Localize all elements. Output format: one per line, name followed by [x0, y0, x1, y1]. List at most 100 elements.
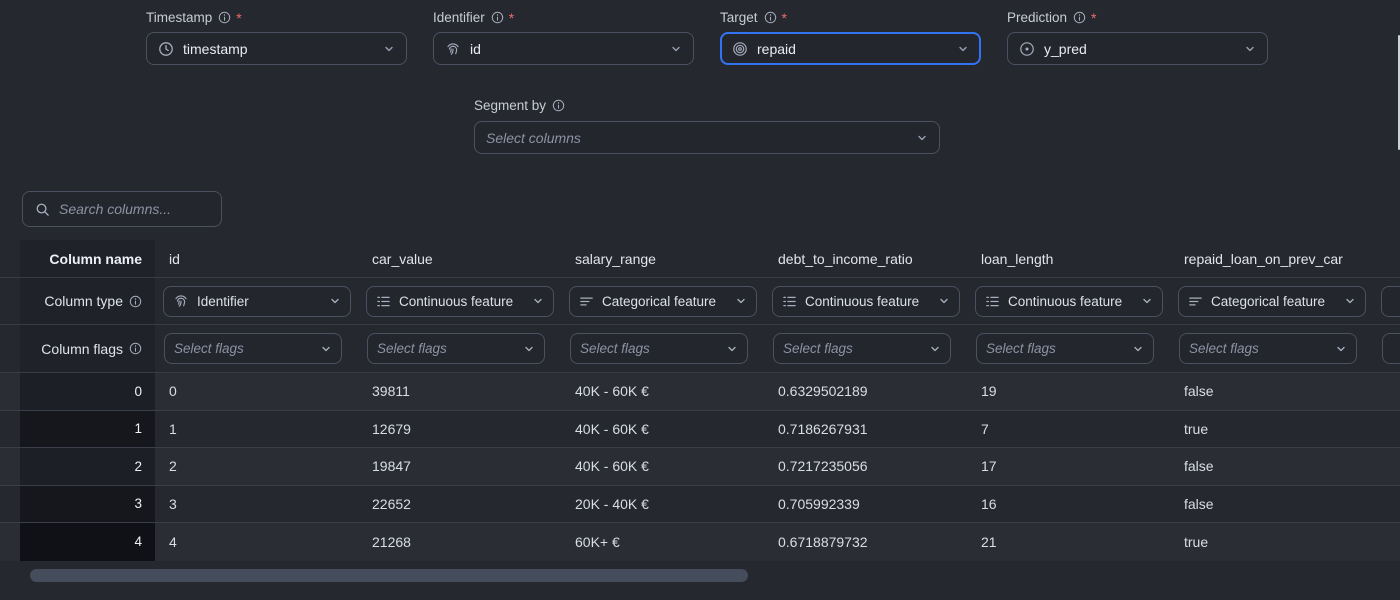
- identifier-label-text: Identifier: [433, 10, 485, 25]
- chevron-down-icon: [957, 43, 969, 55]
- column-flags-placeholder: Select flags: [580, 341, 718, 356]
- cell-salary_range: 40K - 60K €: [561, 458, 764, 474]
- identifier-select-value: id: [470, 41, 661, 57]
- columns-table: Column name idcar_valuesalary_rangedebt_…: [0, 240, 1400, 561]
- chevron-down-icon: [1132, 343, 1144, 355]
- column-header-car_value: car_value: [358, 251, 561, 267]
- column-type-select-loan_length[interactable]: Continuous feature: [975, 286, 1163, 317]
- prediction-select[interactable]: y_pred: [1007, 32, 1268, 65]
- chevron-down-icon: [383, 43, 395, 55]
- cell-car_value: 39811: [358, 383, 561, 399]
- target-icon: [732, 41, 748, 57]
- column-type-cell: Identifier: [155, 286, 358, 317]
- target-select[interactable]: repaid: [720, 32, 981, 65]
- column-flags-placeholder: Select flags: [174, 341, 312, 356]
- cell-id: 4: [155, 534, 358, 550]
- column-mapping-form: Timestamp*timestampIdentifier*idTarget*r…: [146, 10, 1268, 65]
- column-name-row-header: Column name: [20, 240, 155, 277]
- category-lines-icon: [1188, 294, 1203, 309]
- column-type-cell: Categorical feature: [1170, 286, 1373, 317]
- required-asterisk: *: [1091, 13, 1096, 23]
- timestamp-label-text: Timestamp: [146, 10, 212, 25]
- row-index: 0: [20, 373, 155, 410]
- required-asterisk: *: [509, 13, 514, 23]
- column-flags-placeholder: Select flags: [1189, 341, 1327, 356]
- column-type-select-salary_range[interactable]: Categorical feature: [569, 286, 757, 317]
- column-type-value: Continuous feature: [1008, 294, 1133, 309]
- cell-repaid_loan_on_prev_car: false: [1170, 496, 1373, 512]
- cell-loan_length: 16: [967, 496, 1170, 512]
- row-index: 1: [20, 411, 155, 448]
- chevron-down-icon: [1335, 343, 1347, 355]
- cell-car_value: 19847: [358, 458, 561, 474]
- prediction-field: Prediction* y_pred: [1007, 10, 1268, 65]
- cell-debt_to_income_ratio: 0.6718879732: [764, 534, 967, 550]
- table-row: 221984740K - 60K €0.721723505617false: [0, 448, 1400, 486]
- search-columns-input[interactable]: Search columns...: [22, 191, 222, 227]
- search-placeholder: Search columns...: [59, 201, 171, 217]
- horizontal-scrollbar[interactable]: [30, 569, 748, 582]
- column-flags-cell: Select flags: [1170, 333, 1373, 364]
- column-flags-select-car_value[interactable]: Select flags: [367, 333, 545, 364]
- required-asterisk: *: [236, 13, 241, 23]
- cell-car_value: 22652: [358, 496, 561, 512]
- table-row: 442126860K+ €0.671887973221true: [0, 523, 1400, 561]
- chevron-down-icon: [916, 132, 928, 144]
- column-type-select-car_value[interactable]: Continuous feature: [366, 286, 554, 317]
- column-type-cell: Continuous feature: [358, 286, 561, 317]
- column-flags-cell: Select flags: [967, 333, 1170, 364]
- column-flags-cell: Select flags: [561, 333, 764, 364]
- cell-repaid_loan_on_prev_car: true: [1170, 421, 1373, 437]
- cell-car_value: 12679: [358, 421, 561, 437]
- chevron-down-icon: [938, 295, 950, 307]
- column-type-value: Categorical feature: [602, 294, 727, 309]
- cell-id: 0: [155, 383, 358, 399]
- column-flags-select-overflow[interactable]: [1382, 333, 1400, 364]
- column-name-row: Column name idcar_valuesalary_rangedebt_…: [0, 240, 1400, 278]
- column-flags-row-label: Column flags: [41, 341, 123, 357]
- column-type-row: Column type Identifier Continuous feature…: [0, 278, 1400, 325]
- chevron-down-icon: [320, 343, 332, 355]
- column-flags-placeholder: Select flags: [986, 341, 1124, 356]
- cell-id: 2: [155, 458, 358, 474]
- segment-by-select[interactable]: Select columns: [474, 121, 940, 154]
- column-type-row-header: Column type: [20, 278, 155, 324]
- column-type-select-id[interactable]: Identifier: [163, 286, 351, 317]
- column-type-select-overflow[interactable]: [1381, 286, 1400, 317]
- info-icon: [129, 342, 142, 355]
- column-type-select-overflow-cell: [1373, 286, 1400, 317]
- column-flags-cell: Select flags: [358, 333, 561, 364]
- column-flags-select-repaid_loan_on_prev_car[interactable]: Select flags: [1179, 333, 1357, 364]
- column-flags-select-loan_length[interactable]: Select flags: [976, 333, 1154, 364]
- prediction-label: Prediction*: [1007, 10, 1268, 25]
- cell-repaid_loan_on_prev_car: false: [1170, 383, 1373, 399]
- column-type-select-debt_to_income_ratio[interactable]: Continuous feature: [772, 286, 960, 317]
- column-type-select-repaid_loan_on_prev_car[interactable]: Categorical feature: [1178, 286, 1366, 317]
- table-row: 111267940K - 60K €0.71862679317true: [0, 411, 1400, 449]
- target-select-value: repaid: [757, 41, 948, 57]
- segment-by-placeholder: Select columns: [486, 130, 907, 146]
- chevron-down-icon: [735, 295, 747, 307]
- chevron-down-icon: [532, 295, 544, 307]
- cell-loan_length: 21: [967, 534, 1170, 550]
- column-flags-placeholder: Select flags: [783, 341, 921, 356]
- timestamp-select[interactable]: timestamp: [146, 32, 407, 65]
- cell-repaid_loan_on_prev_car: true: [1170, 534, 1373, 550]
- prediction-icon: [1019, 41, 1035, 57]
- column-flags-select-id[interactable]: Select flags: [164, 333, 342, 364]
- column-flags-select-overflow-cell: [1373, 333, 1400, 364]
- info-icon: [129, 295, 142, 308]
- table-row: 332265220K - 40K €0.70599233916false: [0, 486, 1400, 524]
- column-flags-select-salary_range[interactable]: Select flags: [570, 333, 748, 364]
- column-type-value: Identifier: [197, 294, 321, 309]
- cell-loan_length: 17: [967, 458, 1170, 474]
- column-header-salary_range: salary_range: [561, 251, 764, 267]
- row-index: 2: [20, 448, 155, 485]
- cell-salary_range: 40K - 60K €: [561, 421, 764, 437]
- identifier-select[interactable]: id: [433, 32, 694, 65]
- info-icon: [1073, 11, 1086, 24]
- cell-debt_to_income_ratio: 0.705992339: [764, 496, 967, 512]
- search-icon: [35, 202, 50, 217]
- column-flags-select-debt_to_income_ratio[interactable]: Select flags: [773, 333, 951, 364]
- info-icon: [552, 99, 565, 112]
